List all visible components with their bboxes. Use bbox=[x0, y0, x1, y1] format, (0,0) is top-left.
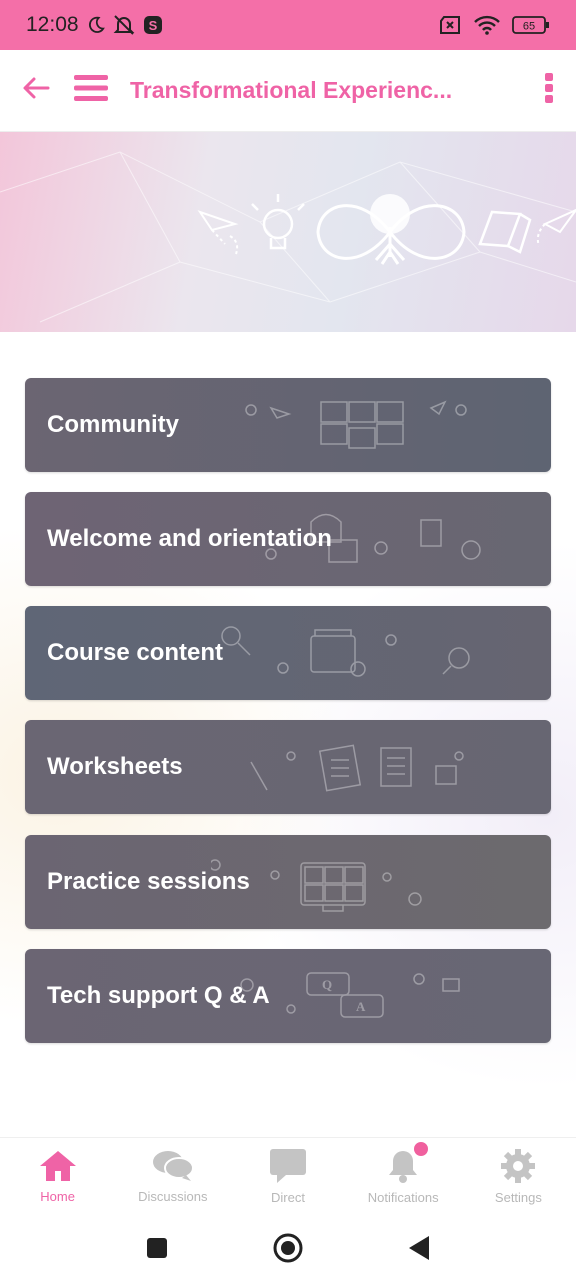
book-icon bbox=[478, 210, 532, 254]
tab-direct[interactable]: Direct bbox=[230, 1138, 345, 1215]
folder-search-icon bbox=[221, 626, 470, 677]
back-button[interactable] bbox=[408, 1235, 430, 1261]
wifi-icon bbox=[474, 15, 500, 35]
card-label: Welcome and orientation bbox=[47, 525, 332, 552]
gear-icon bbox=[501, 1149, 536, 1183]
hero-illustration bbox=[0, 151, 576, 323]
card-label: Course content bbox=[47, 639, 224, 666]
paper-plane-icon-2 bbox=[536, 208, 576, 247]
recent-apps-button[interactable] bbox=[146, 1237, 168, 1259]
document-icon bbox=[250, 744, 464, 792]
question-answer-icon: Q A bbox=[240, 972, 460, 1018]
status-bar: 12:08 S 65 bbox=[0, 0, 576, 50]
bottom-tab-bar: Home Discussions Direct Notifications Se… bbox=[0, 1137, 576, 1215]
tab-label: Direct bbox=[271, 1190, 305, 1205]
tab-label: Discussions bbox=[138, 1189, 208, 1204]
a-letter: A bbox=[356, 999, 366, 1014]
q-letter: Q bbox=[322, 977, 332, 992]
more-options-icon[interactable] bbox=[544, 72, 554, 109]
home-button[interactable] bbox=[273, 1233, 303, 1263]
main-content: Community Welcome and orientation Course… bbox=[0, 332, 576, 1137]
muted-bell-icon bbox=[113, 14, 135, 36]
moon-icon bbox=[87, 16, 105, 34]
tab-label: Home bbox=[40, 1189, 75, 1204]
tab-home[interactable]: Home bbox=[0, 1138, 115, 1215]
svg-text:S: S bbox=[148, 18, 157, 33]
card-course-content[interactable]: Course content bbox=[25, 606, 551, 700]
card-welcome-orientation[interactable]: Welcome and orientation bbox=[25, 492, 551, 586]
home-icon bbox=[39, 1151, 76, 1181]
tab-label: Notifications bbox=[367, 1190, 439, 1205]
video-conference-icon bbox=[245, 400, 467, 449]
chat-bubbles-icon bbox=[152, 1151, 194, 1181]
system-nav-bar bbox=[0, 1215, 576, 1280]
tab-discussions[interactable]: Discussions bbox=[115, 1138, 230, 1215]
card-community[interactable]: Community bbox=[25, 378, 551, 472]
tab-settings[interactable]: Settings bbox=[461, 1138, 576, 1215]
card-label: Tech support Q & A bbox=[47, 982, 270, 1009]
tree-infinity-icon bbox=[316, 194, 466, 265]
card-label: Community bbox=[47, 411, 179, 438]
notification-badge bbox=[413, 1142, 428, 1156]
card-label: Practice sessions bbox=[47, 868, 250, 895]
card-tech-support[interactable]: Tech support Q & A Q A bbox=[25, 949, 551, 1043]
menu-icon[interactable] bbox=[74, 73, 108, 108]
lightbulb-icon bbox=[251, 194, 305, 250]
message-icon bbox=[270, 1149, 306, 1183]
back-arrow-icon[interactable] bbox=[22, 74, 50, 107]
page-title: Transformational Experienc... bbox=[130, 77, 453, 103]
app-bar: Transformational Experienc... bbox=[0, 50, 576, 132]
card-label: Worksheets bbox=[47, 753, 183, 780]
clock: 12:08 bbox=[26, 13, 79, 36]
monitor-meeting-icon bbox=[211, 859, 422, 912]
hero-banner bbox=[0, 132, 576, 332]
battery-level: 65 bbox=[523, 21, 535, 33]
no-sim-icon bbox=[438, 16, 462, 34]
paper-plane-icon bbox=[197, 210, 239, 255]
tab-label: Settings bbox=[494, 1190, 542, 1205]
card-practice-sessions[interactable]: Practice sessions bbox=[25, 835, 551, 929]
tab-notifications[interactable]: Notifications bbox=[346, 1138, 461, 1215]
battery-icon: 65 bbox=[512, 16, 550, 34]
app-notification-icon: S bbox=[143, 15, 163, 35]
card-worksheets[interactable]: Worksheets bbox=[25, 720, 551, 814]
